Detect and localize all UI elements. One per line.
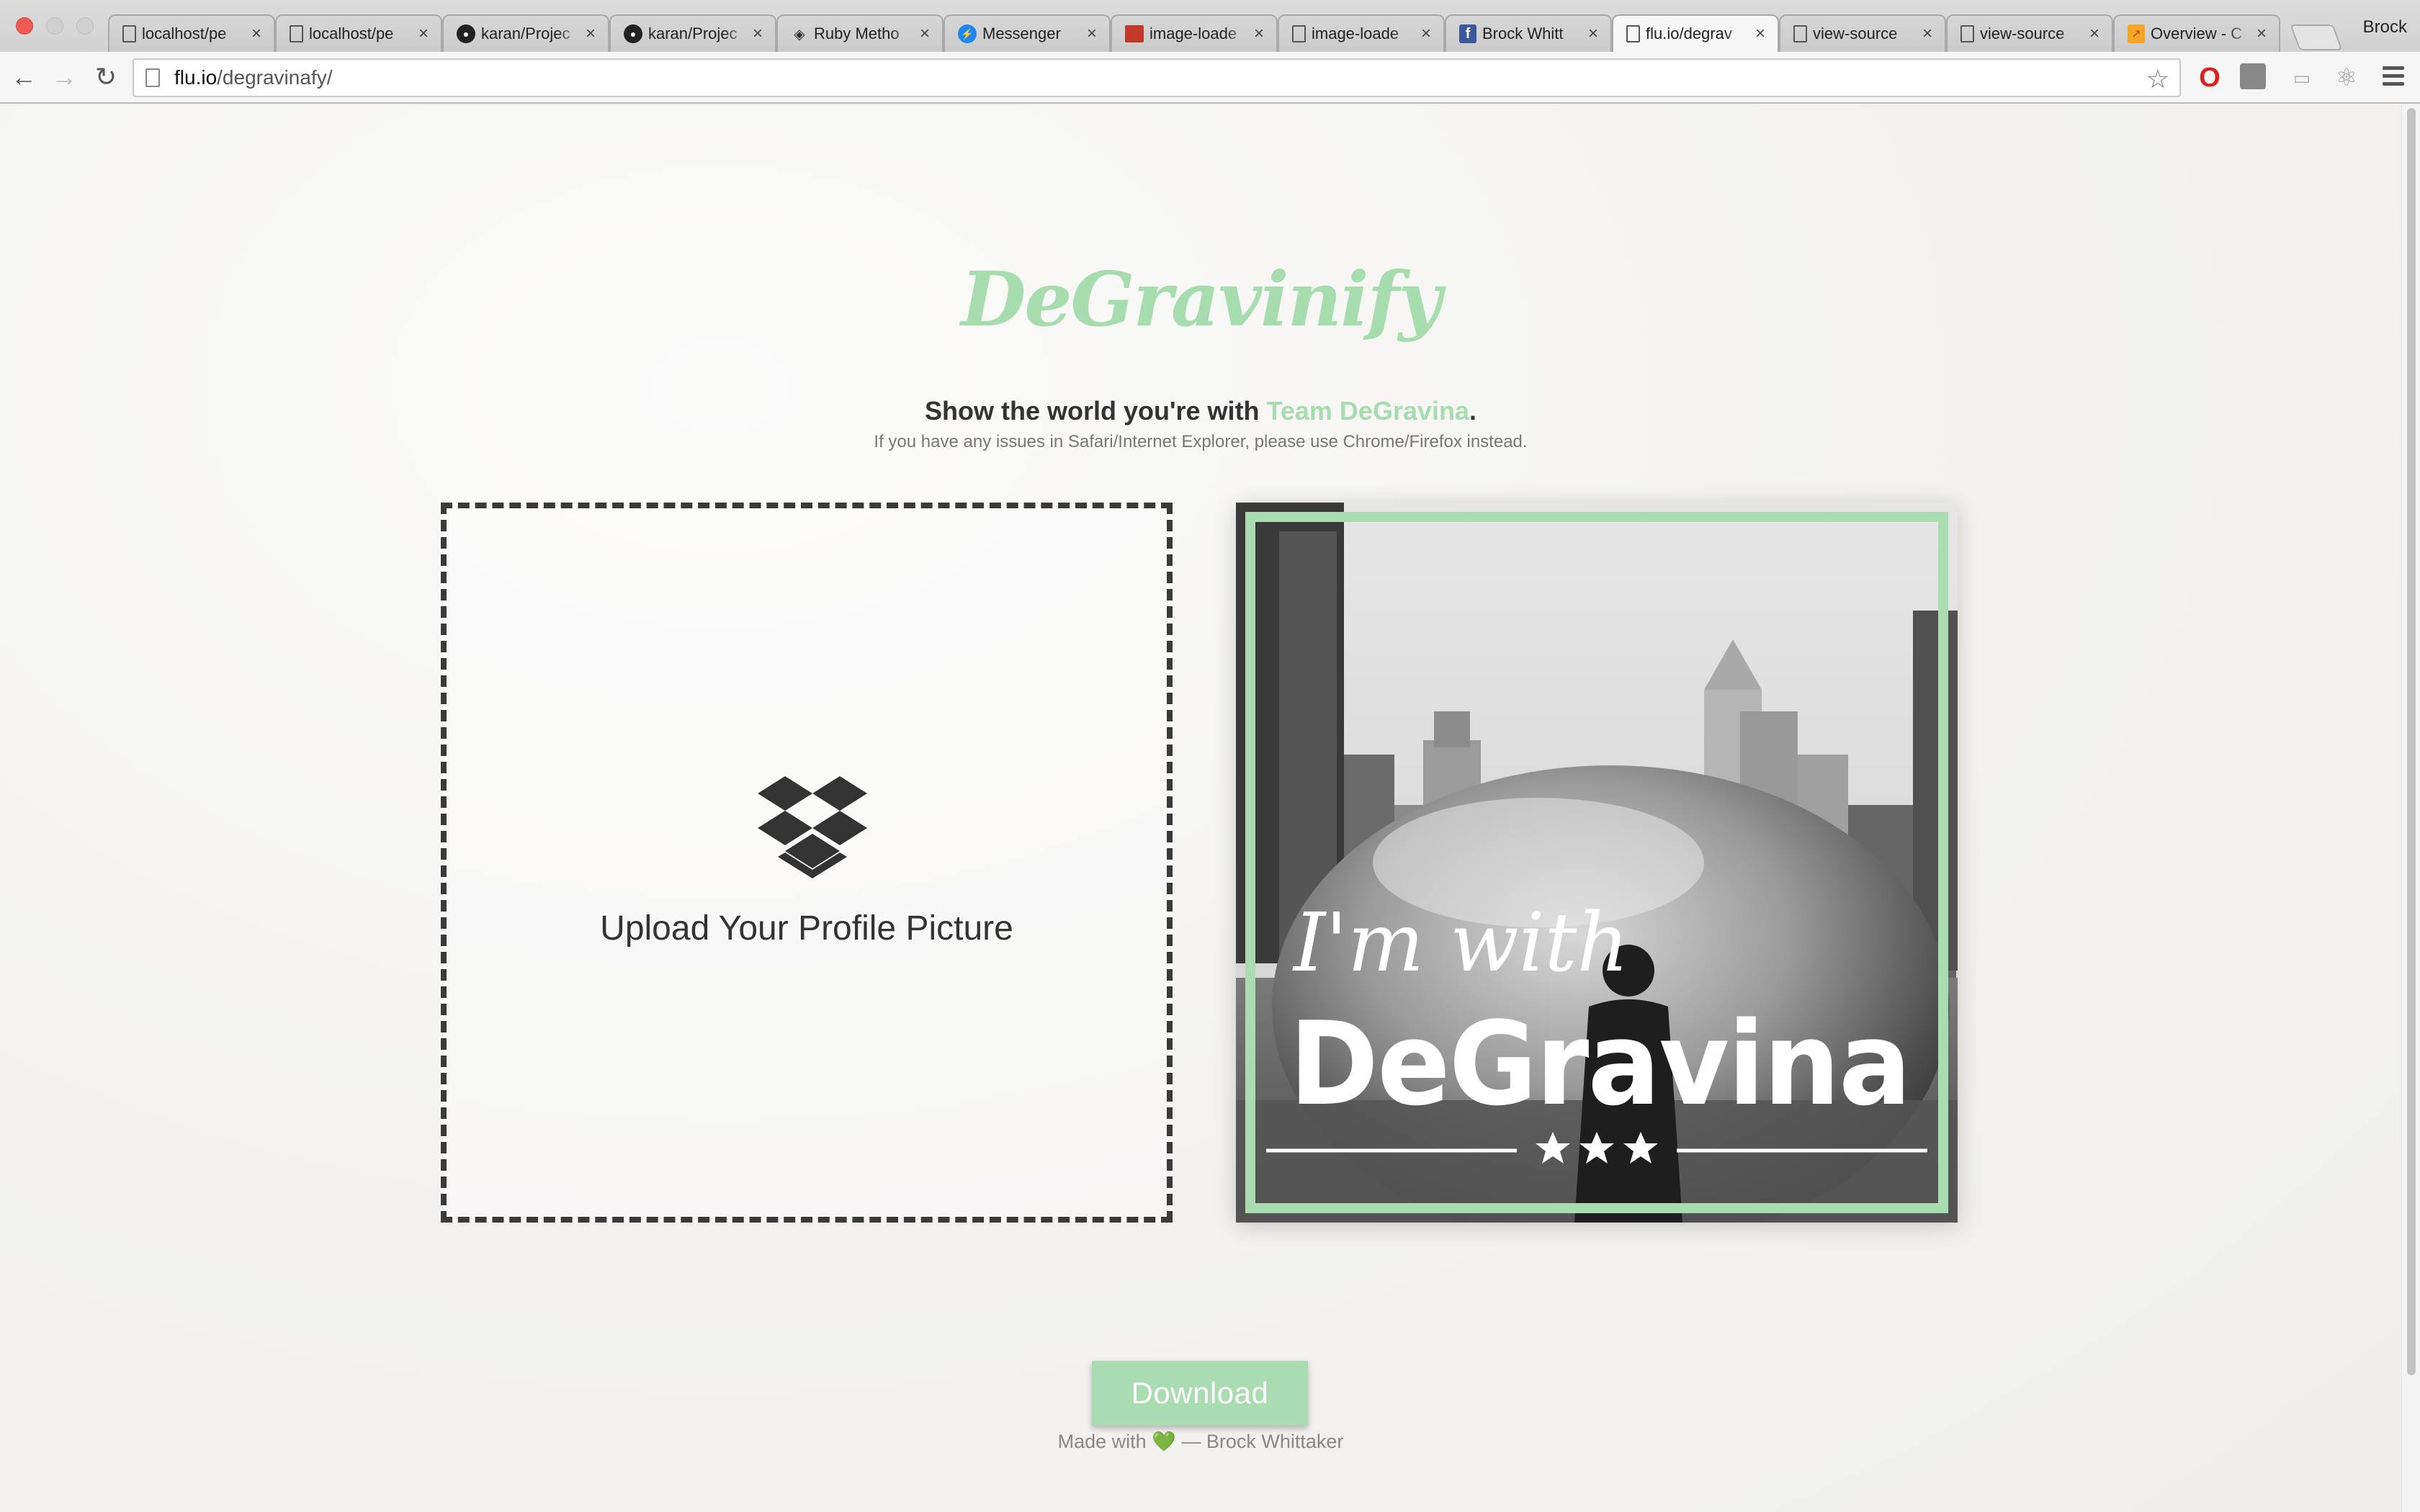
tab[interactable]: image-loade × — [1278, 14, 1445, 52]
tab-close-icon[interactable]: × — [1919, 24, 1936, 44]
extension-icon[interactable] — [2240, 63, 2266, 89]
tab[interactable]: ↗ Overview - C × — [2113, 14, 2280, 52]
tab[interactable]: ● karan/Projec × — [442, 14, 609, 52]
tab[interactable]: f Brock Whitt × — [1445, 14, 1612, 52]
forward-arrow-icon[interactable]: → — [46, 59, 82, 95]
document-icon — [1292, 25, 1306, 42]
tab[interactable]: image-loade × — [1111, 14, 1278, 52]
upload-label: Upload Your Profile Picture — [600, 909, 1013, 948]
bookmark-star-icon[interactable]: ☆ — [2146, 64, 2169, 94]
tab-title: Brock Whitt — [1482, 24, 1564, 42]
site-logo: DeGravinify — [961, 255, 1442, 343]
credits-suffix: — Brock Whittaker — [1175, 1431, 1344, 1452]
profile-button[interactable]: Brock — [2363, 17, 2407, 37]
css-extension-icon[interactable]: ▭ — [2287, 63, 2316, 92]
page-viewport: DeGravinify Show the world you're with T… — [0, 105, 2401, 1512]
tab[interactable]: ◈ Ruby Metho × — [776, 14, 944, 52]
overlay-line2: DeGravina — [1289, 996, 1910, 1131]
facebook-icon: f — [1459, 24, 1476, 43]
dropbox-icon — [758, 776, 867, 878]
tab-title: view-source — [1980, 24, 2065, 42]
tab-close-icon[interactable]: × — [1083, 24, 1101, 44]
menu-icon[interactable] — [2383, 66, 2404, 90]
tab-title: karan/Projec — [648, 24, 738, 42]
url-path: /degravinafy/ — [217, 66, 333, 89]
browser-toolbar: ← → ↻ flu.io/degravinafy/ ☆ O ▭ ⚛ — [0, 52, 2420, 104]
analytics-icon: ↗ — [2128, 24, 2145, 43]
tab-active[interactable]: flu.io/degrav × — [1612, 14, 1779, 52]
vertical-scrollbar[interactable] — [2401, 105, 2420, 1512]
tab-close-icon[interactable]: × — [1250, 24, 1268, 44]
credits-prefix: Made with — [1057, 1431, 1152, 1452]
window-close-button[interactable] — [16, 17, 33, 35]
tab-close-icon[interactable]: × — [582, 24, 599, 44]
ruby-icon: ◈ — [794, 26, 805, 42]
tab[interactable]: localhost/pe × — [275, 14, 442, 52]
tab[interactable]: view-source × — [1946, 14, 2113, 52]
tab-close-icon[interactable]: × — [916, 24, 933, 44]
tab-title: Messenger — [982, 24, 1061, 42]
tab[interactable]: ⚡ Messenger × — [944, 14, 1111, 52]
tab-close-icon[interactable]: × — [1752, 24, 1769, 44]
scrollbar-thumb[interactable] — [2407, 108, 2416, 1375]
tab-close-icon[interactable]: × — [248, 24, 265, 44]
github-icon: ● — [457, 24, 475, 43]
tab-close-icon[interactable]: × — [749, 24, 766, 44]
opera-extension-icon[interactable]: O — [2195, 63, 2224, 93]
tab-title: flu.io/degrav — [1646, 24, 1732, 42]
overlay-line1: I'm with — [1292, 896, 1629, 990]
tab[interactable]: ● karan/Projec × — [609, 14, 776, 52]
address-bar[interactable]: flu.io/degravinafy/ ☆ — [133, 58, 2181, 97]
tab[interactable]: view-source × — [1779, 14, 1946, 52]
tab-close-icon[interactable]: × — [2086, 24, 2103, 44]
tab-title: karan/Projec — [481, 24, 570, 42]
tab-title: Ruby Metho — [814, 24, 900, 42]
upload-dropzone[interactable]: Upload Your Profile Picture — [441, 503, 1173, 1223]
profile-preview: I'm with DeGravina — [1236, 503, 1958, 1223]
document-icon — [1960, 25, 1974, 42]
tab-close-icon[interactable]: × — [1417, 24, 1435, 44]
tab-strip: localhost/pe × localhost/pe × ● karan/Proje… — [108, 14, 2343, 52]
document-icon — [1793, 25, 1807, 42]
window-minimize-button[interactable] — [46, 17, 63, 35]
headline: Show the world you're with Team DeGravin… — [0, 396, 2401, 426]
tab-title: localhost/pe — [142, 24, 227, 42]
headline-suffix: . — [1469, 396, 1477, 426]
back-arrow-icon[interactable]: ← — [6, 59, 42, 95]
url-host: flu.io — [174, 66, 218, 89]
page-icon — [145, 68, 160, 87]
tab-title: localhost/pe — [309, 24, 394, 42]
url-text[interactable]: flu.io/degravinafy/ — [174, 66, 332, 89]
tab-close-icon[interactable]: × — [2253, 24, 2270, 44]
download-button[interactable]: Download — [1092, 1361, 1308, 1426]
headline-accent: Team DeGravina — [1266, 396, 1470, 426]
document-icon — [122, 25, 136, 42]
preview-image: I'm with DeGravina — [1236, 503, 1958, 1223]
document-icon — [1626, 25, 1640, 42]
tab[interactable]: localhost/pe × — [108, 14, 275, 52]
credits-footer: Made with 💚 — Brock Whittaker — [0, 1430, 2401, 1453]
image-icon — [1125, 25, 1144, 42]
tab-bar: localhost/pe × localhost/pe × ● karan/Proje… — [0, 0, 2420, 52]
window-maximize-button[interactable] — [76, 17, 94, 35]
heart-icon: 💚 — [1152, 1431, 1176, 1452]
tab-close-icon[interactable]: × — [1585, 24, 1602, 44]
browser-compat-note: If you have any issues in Safari/Interne… — [874, 432, 1528, 451]
tab-title: image-loade — [1150, 24, 1237, 42]
messenger-icon: ⚡ — [958, 24, 977, 43]
react-extension-icon[interactable]: ⚛ — [2332, 63, 2361, 92]
new-tab-button[interactable] — [2290, 24, 2343, 50]
tab-title: image-loade — [1312, 24, 1399, 42]
headline-prefix: Show the world you're with — [924, 396, 1267, 426]
github-icon: ● — [624, 24, 642, 43]
tab-close-icon[interactable]: × — [415, 24, 432, 44]
reload-icon[interactable]: ↻ — [88, 59, 124, 95]
tab-title: Overview - C — [2151, 24, 2243, 42]
document-icon — [290, 25, 303, 42]
tab-title: view-source — [1813, 24, 1898, 42]
